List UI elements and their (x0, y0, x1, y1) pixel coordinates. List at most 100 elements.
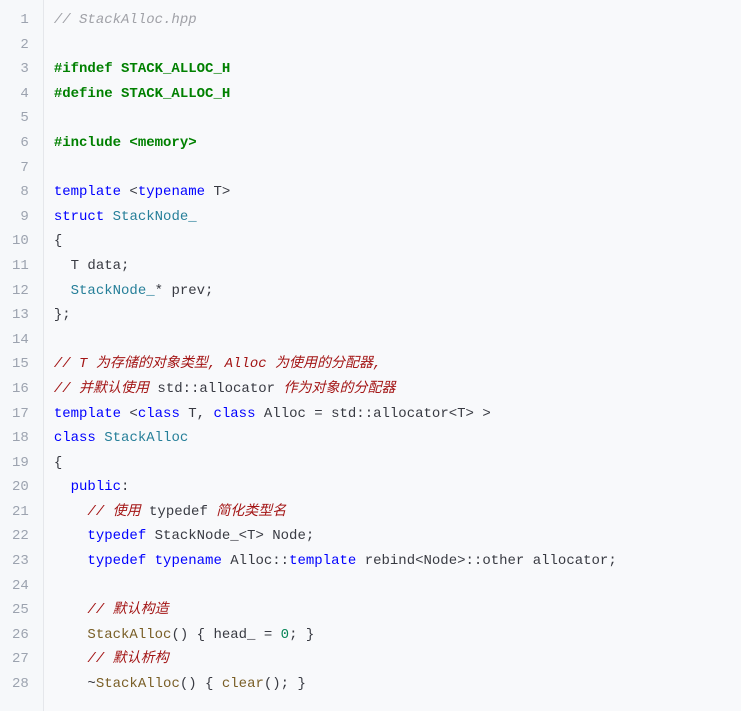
line-number: 6 (12, 131, 35, 156)
code-line: struct StackNode_ (54, 205, 741, 230)
code-token: template (54, 184, 121, 200)
code-line: class StackAlloc (54, 426, 741, 451)
line-number: 11 (12, 254, 35, 279)
line-number: 23 (12, 549, 35, 574)
line-number: 1 (12, 8, 35, 33)
code-token: (); } (264, 676, 306, 692)
code-token: StackNode_<T> Node; (146, 528, 314, 544)
line-number: 5 (12, 106, 35, 131)
code-line (54, 574, 741, 599)
code-token: // 使用 (54, 504, 149, 520)
code-line: typedef StackNode_<T> Node; (54, 524, 741, 549)
code-token: // 默认析构 (54, 651, 169, 667)
code-line: StackAlloc() { head_ = 0; } (54, 623, 741, 648)
code-line: #include <memory> (54, 131, 741, 156)
code-token: 作为对象的分配器 (275, 381, 395, 397)
code-token: public (54, 479, 121, 495)
line-number: 25 (12, 598, 35, 623)
line-number: 28 (12, 672, 35, 697)
code-token: ~ (54, 676, 96, 692)
line-number: 26 (12, 623, 35, 648)
line-number-gutter: 1234567891011121314151617181920212223242… (0, 0, 44, 711)
code-token: ; } (289, 627, 314, 643)
code-token: rebind<Node>::other allocator; (356, 553, 616, 569)
code-token: 简化类型名 (208, 504, 286, 520)
code-token: template (54, 406, 121, 422)
code-token: #define STACK_ALLOC_H (54, 86, 230, 102)
line-number: 18 (12, 426, 35, 451)
line-number: 10 (12, 229, 35, 254)
code-line: typedef typename Alloc::template rebind<… (54, 549, 741, 574)
code-token: #ifndef STACK_ALLOC_H (54, 61, 230, 77)
line-number: 2 (12, 33, 35, 58)
line-number: 27 (12, 647, 35, 672)
code-token (146, 553, 154, 569)
code-token: typename (138, 184, 205, 200)
code-token: T, (180, 406, 214, 422)
code-token: T data; (54, 258, 130, 274)
line-number: 19 (12, 451, 35, 476)
code-token: struct (54, 209, 104, 225)
code-line: // 并默认使用 std::allocator 作为对象的分配器 (54, 377, 741, 402)
code-token: < (121, 184, 138, 200)
code-line: T data; (54, 254, 741, 279)
code-token: : (121, 479, 129, 495)
code-token: T> (205, 184, 230, 200)
code-token: template (289, 553, 356, 569)
line-number: 7 (12, 156, 35, 181)
code-token: { (54, 455, 62, 471)
code-line (54, 33, 741, 58)
code-token: () { head_ = (171, 627, 280, 643)
code-token: // 并默认使用 (54, 381, 158, 397)
code-token: StackAlloc (104, 430, 188, 446)
code-token: std::allocator (157, 381, 275, 397)
line-number: 12 (12, 279, 35, 304)
line-number: 16 (12, 377, 35, 402)
code-line: // 默认构造 (54, 598, 741, 623)
code-line: // 使用 typedef 简化类型名 (54, 500, 741, 525)
code-line: // T 为存储的对象类型, Alloc 为使用的分配器, (54, 352, 741, 377)
code-token: typedef (54, 553, 146, 569)
code-token: < (121, 406, 138, 422)
code-token: 0 (281, 627, 289, 643)
line-number: 24 (12, 574, 35, 599)
line-number: 3 (12, 57, 35, 82)
line-number: 20 (12, 475, 35, 500)
line-number: 17 (12, 402, 35, 427)
code-token: Alloc:: (222, 553, 289, 569)
code-line: // StackAlloc.hpp (54, 8, 741, 33)
code-line: #define STACK_ALLOC_H (54, 82, 741, 107)
line-number: 15 (12, 352, 35, 377)
code-line: #ifndef STACK_ALLOC_H (54, 57, 741, 82)
code-token: typedef (54, 528, 146, 544)
line-number: 8 (12, 180, 35, 205)
code-token: // StackAlloc.hpp (54, 12, 197, 28)
code-line: template <class T, class Alloc = std::al… (54, 402, 741, 427)
code-line: { (54, 229, 741, 254)
code-token: }; (54, 307, 71, 323)
line-number: 9 (12, 205, 35, 230)
code-token: * prev; (155, 283, 214, 299)
line-number: 13 (12, 303, 35, 328)
code-line (54, 156, 741, 181)
code-token: // T 为存储的对象类型, Alloc 为使用的分配器, (54, 356, 382, 372)
code-token: typename (155, 553, 222, 569)
code-token: typedef (149, 504, 208, 520)
code-content: // StackAlloc.hpp #ifndef STACK_ALLOC_H #… (44, 0, 741, 711)
code-token: class (54, 430, 96, 446)
code-line (54, 106, 741, 131)
line-number: 4 (12, 82, 35, 107)
code-line (54, 328, 741, 353)
code-line: { (54, 451, 741, 476)
code-token: () { (180, 676, 222, 692)
code-token (96, 430, 104, 446)
code-line: }; (54, 303, 741, 328)
code-token (104, 209, 112, 225)
code-line: ~StackAlloc() { clear(); } (54, 672, 741, 697)
line-number: 22 (12, 524, 35, 549)
code-token: #include <memory> (54, 135, 197, 151)
code-token: StackAlloc (96, 676, 180, 692)
code-line: // 默认析构 (54, 647, 741, 672)
code-token: // 默认构造 (54, 602, 169, 618)
code-token: StackNode_ (113, 209, 197, 225)
